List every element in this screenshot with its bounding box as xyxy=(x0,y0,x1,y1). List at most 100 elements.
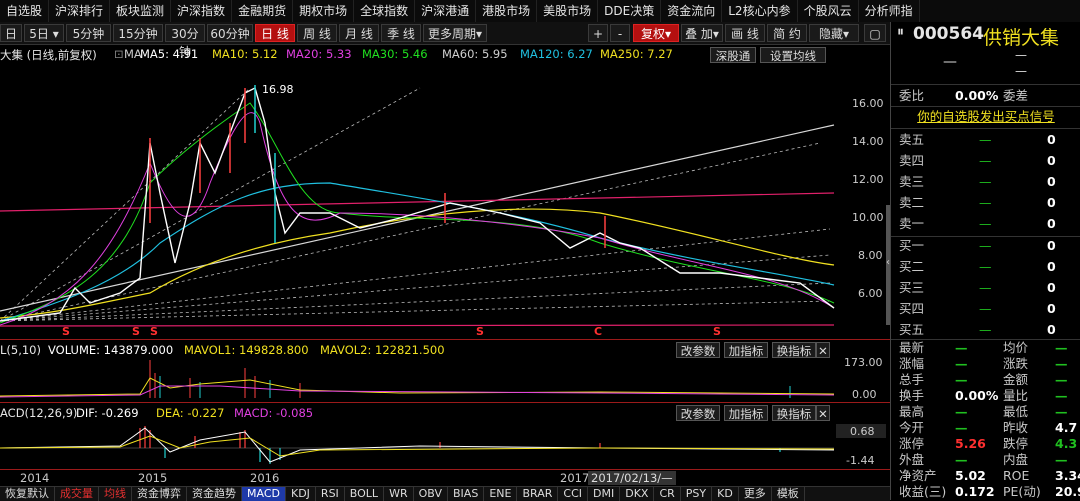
fuquan-button[interactable]: 复权▾ xyxy=(633,24,679,42)
close-icon[interactable]: ✕ xyxy=(816,342,830,358)
indicator-tab[interactable]: BIAS xyxy=(448,487,485,501)
draw-line-button[interactable]: 画 线 xyxy=(725,24,765,42)
period-5min[interactable]: 5分钟 xyxy=(66,24,111,42)
top-menu-item[interactable]: 美股市场 xyxy=(537,0,599,22)
period-daily-line[interactable]: 日 线 xyxy=(255,24,295,42)
bid-row[interactable]: 买二 — 0 xyxy=(891,257,1080,277)
close-icon[interactable]: ✕ xyxy=(816,405,830,421)
period-monthly-line[interactable]: 月 线 xyxy=(339,24,379,42)
add-indicator-button[interactable]: 加指标 xyxy=(724,405,768,421)
signal-link[interactable]: 你的自选股发出买点信号 xyxy=(891,107,1080,127)
indicator-tab[interactable]: DKX xyxy=(620,487,655,501)
switch-indicator-button[interactable]: 换指标 xyxy=(772,405,816,421)
ask-price: — xyxy=(979,216,992,231)
edit-params-button[interactable]: 改参数 xyxy=(676,342,720,358)
restore-window-button[interactable]: ▢ xyxy=(864,24,886,42)
ask-row[interactable]: 卖三 — 0 xyxy=(891,172,1080,192)
ask-row[interactable]: 卖五 — 0 xyxy=(891,130,1080,150)
ask-row[interactable]: 卖四 — 0 xyxy=(891,151,1080,171)
set-ma-button[interactable]: 设置均线 xyxy=(760,47,826,63)
indicator-tab[interactable]: 成交量 xyxy=(55,487,99,501)
ask-row[interactable]: 卖一 — 0 xyxy=(891,214,1080,234)
hide-button[interactable]: 隐藏▾ xyxy=(809,24,859,42)
stock-code: 000564 xyxy=(913,24,984,44)
top-menu-item[interactable]: 期权市场 xyxy=(293,0,355,22)
chevron-down-icon: ▾ xyxy=(52,27,59,41)
switch-indicator-button[interactable]: 换指标 xyxy=(772,342,816,358)
bid-row[interactable]: 买五 — 0 xyxy=(891,320,1080,340)
indicator-tab[interactable]: KD xyxy=(712,487,739,501)
ma10-value: MA10: 5.12 xyxy=(212,47,278,61)
indicator-tab[interactable]: 模板 xyxy=(772,487,805,501)
simple-mode-button[interactable]: 简 约 xyxy=(767,24,807,42)
top-menu-item[interactable]: 沪深港通 xyxy=(415,0,477,22)
period-toolbar: 日 5日 ▾ 5分钟 15分钟 30分钟 60分钟 日 线 周 线 月 线 季 … xyxy=(0,22,890,59)
stat-value: 3.34 xyxy=(1055,468,1080,483)
zoom-in-button[interactable]: + xyxy=(588,24,608,42)
ask-label: 卖四 xyxy=(899,153,925,168)
top-menu-item[interactable]: 分析师指 xyxy=(859,0,920,22)
add-indicator-button[interactable]: 加指标 xyxy=(724,342,768,358)
top-menu-item[interactable]: 个股风云 xyxy=(798,0,859,22)
stat-label: 最新 xyxy=(899,340,925,355)
indicator-tab[interactable]: 更多 xyxy=(739,487,772,501)
indicator-tab[interactable]: MACD xyxy=(242,487,286,501)
indicator-tab[interactable]: CR xyxy=(654,487,681,501)
period-quarter-line[interactable]: 季 线 xyxy=(381,24,421,42)
ma-icon: ⊡ xyxy=(114,47,124,61)
top-menu-item[interactable]: L2核心内参 xyxy=(722,0,798,22)
indicator-tab[interactable]: 资金趋势 xyxy=(187,487,242,501)
indicator-tab[interactable]: OBV xyxy=(414,487,449,501)
period-15min[interactable]: 15分钟 xyxy=(113,24,163,42)
stat-value: — xyxy=(955,356,968,371)
indicator-tab[interactable]: 资金博弈 xyxy=(132,487,187,501)
stat-row: 总手 — 金额 — xyxy=(891,372,1080,388)
period-day[interactable]: 日 xyxy=(0,24,22,42)
top-menu-item[interactable]: DDE决策 xyxy=(598,0,662,22)
indicator-tab[interactable]: KDJ xyxy=(286,487,316,501)
period-60min[interactable]: 60分钟 xyxy=(207,24,253,42)
top-menu-item[interactable]: 自选股 xyxy=(0,0,50,22)
top-menu-item[interactable]: 金融期货 xyxy=(232,0,294,22)
ask-volume: 0 xyxy=(1047,153,1056,168)
period-5day[interactable]: 5日 ▾ xyxy=(24,24,64,42)
ask-row[interactable]: 卖二 — 0 xyxy=(891,193,1080,213)
indicator-tab[interactable]: RSI xyxy=(316,487,345,501)
bid-row[interactable]: 买三 — 0 xyxy=(891,278,1080,298)
weicha-label: 委差 xyxy=(1003,88,1029,103)
top-menu-item[interactable]: 板块监测 xyxy=(110,0,172,22)
ask-volume: 0 xyxy=(1047,216,1056,231)
quote-panel-toggle-icon[interactable]: ⏸ xyxy=(897,24,909,42)
indicator-tab[interactable]: CCI xyxy=(558,487,588,501)
period-more[interactable]: 更多周期▾ xyxy=(423,24,487,42)
indicator-tab[interactable]: 恢复默认 xyxy=(0,487,55,501)
zoom-out-button[interactable]: - xyxy=(610,24,630,42)
top-menu-item[interactable]: 全球指数 xyxy=(354,0,416,22)
stat-value: 5.02 xyxy=(955,468,986,483)
top-menu-item[interactable]: 沪深指数 xyxy=(171,0,233,22)
indicator-tab[interactable]: WR xyxy=(384,487,414,501)
top-menu-item[interactable]: 港股市场 xyxy=(476,0,538,22)
stat-row: 收益(三) 0.172 PE(动) 20.9 xyxy=(891,484,1080,500)
edit-params-button[interactable]: 改参数 xyxy=(676,405,720,421)
stat-value: — xyxy=(955,340,968,355)
period-30min[interactable]: 30分钟 xyxy=(165,24,205,59)
top-menu-item[interactable]: 沪深排行 xyxy=(49,0,111,22)
bid-row[interactable]: 买四 — 0 xyxy=(891,299,1080,319)
top-menu-item[interactable]: 资金流向 xyxy=(661,0,723,22)
indicator-tab[interactable]: 均线 xyxy=(99,487,132,501)
macd-chart: 0.68 -1.44 xyxy=(0,424,886,467)
indicator-tab[interactable]: ENE xyxy=(484,487,518,501)
bid-volume: 0 xyxy=(1047,259,1056,274)
indicator-tab[interactable]: PSY xyxy=(681,487,713,501)
indicator-tab[interactable]: BRAR xyxy=(517,487,559,501)
volume-tick: 173.00 xyxy=(844,358,883,369)
overlay-button[interactable]: 叠 加▾ xyxy=(681,24,723,42)
kline-chart[interactable]: 16.98 16.00 14.00 12.00 10.00 8.00 6.00 … xyxy=(0,63,890,339)
period-weekly-line[interactable]: 周 线 xyxy=(297,24,337,42)
hk-connect-button[interactable]: 深股通 xyxy=(710,47,756,63)
stat-value: 4.3 xyxy=(1055,436,1078,451)
indicator-tab[interactable]: DMI xyxy=(588,487,621,501)
bid-row[interactable]: 买一 — 0 xyxy=(891,236,1080,256)
indicator-tab[interactable]: BOLL xyxy=(345,487,385,501)
